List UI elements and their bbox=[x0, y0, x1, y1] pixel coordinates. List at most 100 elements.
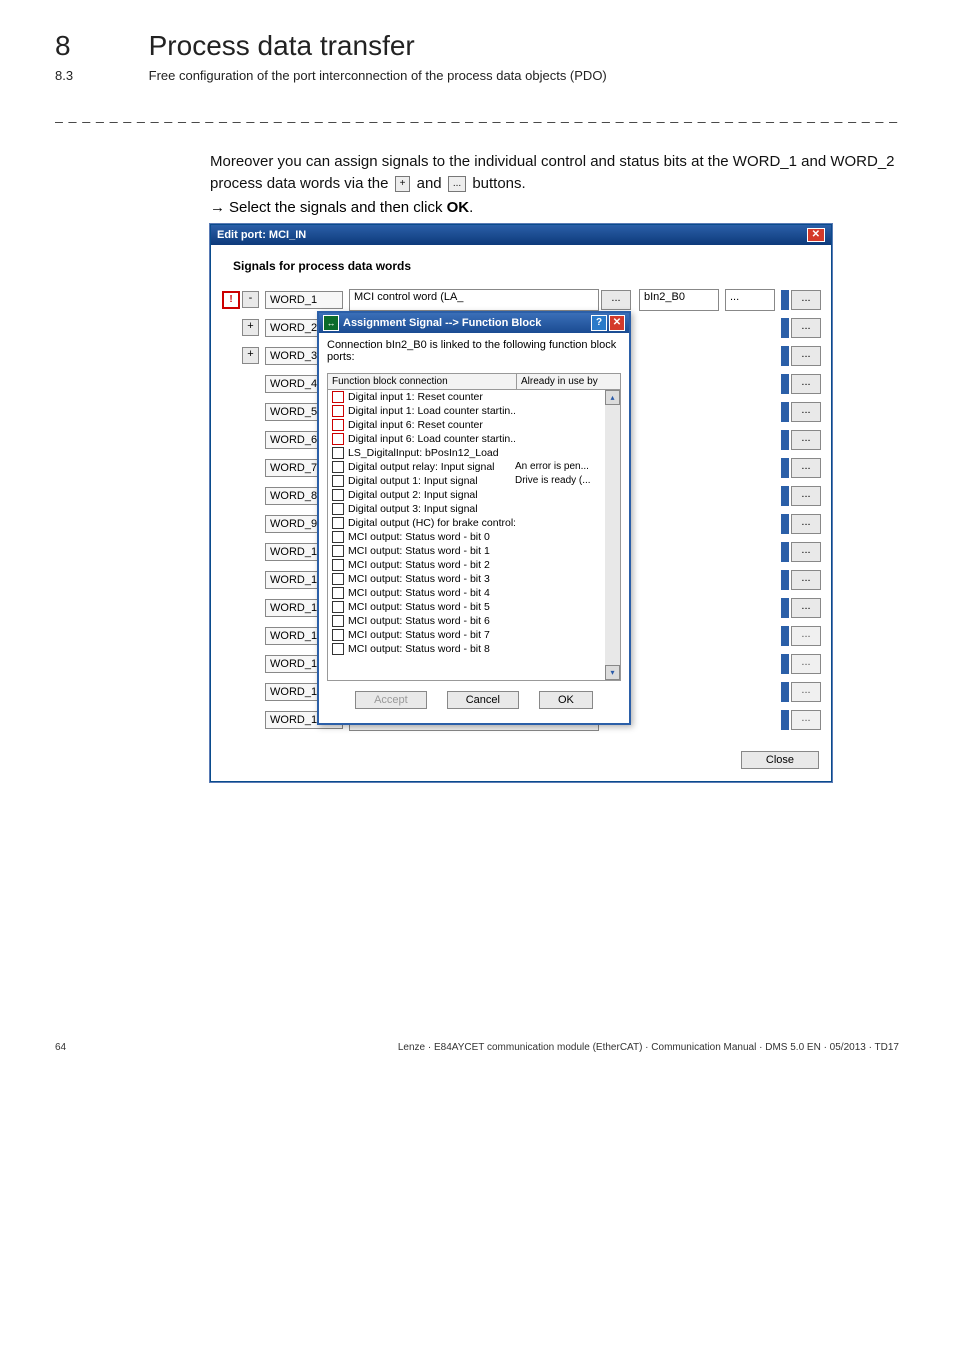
checkbox-icon[interactable] bbox=[332, 447, 344, 459]
list-item[interactable]: MCI output: Status word - bit 8 bbox=[328, 642, 605, 656]
list-item[interactable]: Digital output 2: Input signal bbox=[328, 488, 605, 502]
item-in-use bbox=[515, 489, 601, 501]
popup-close-icon[interactable]: ✕ bbox=[609, 315, 625, 331]
item-in-use bbox=[515, 587, 601, 599]
item-label: MCI output: Status word - bit 4 bbox=[348, 587, 515, 599]
row-browse-button[interactable]: ... bbox=[791, 346, 821, 366]
checkbox-icon[interactable] bbox=[332, 503, 344, 515]
row-browse-button[interactable]: ... bbox=[791, 430, 821, 450]
checkbox-icon[interactable] bbox=[332, 489, 344, 501]
checkbox-icon[interactable] bbox=[332, 573, 344, 585]
checkbox-icon[interactable] bbox=[332, 531, 344, 543]
list-item[interactable]: Digital input 6: Reset counter bbox=[328, 418, 605, 432]
ok-bold: OK bbox=[447, 199, 470, 216]
list-item[interactable]: Digital input 1: Reset counter bbox=[328, 390, 605, 404]
browse-button[interactable]: ... bbox=[601, 290, 631, 310]
popup-titlebar[interactable]: ↔ Assignment Signal --> Function Block ?… bbox=[319, 313, 629, 333]
list-item[interactable]: Digital output (HC) for brake control:..… bbox=[328, 516, 605, 530]
word-1-extra[interactable]: ... bbox=[725, 289, 775, 311]
list-item[interactable]: Digital input 1: Load counter startin... bbox=[328, 404, 605, 418]
collapse-button[interactable]: - bbox=[242, 291, 259, 308]
checkbox-icon[interactable] bbox=[332, 559, 344, 571]
list-item[interactable]: MCI output: Status word - bit 4 bbox=[328, 586, 605, 600]
list-item[interactable]: Digital output 3: Input signal bbox=[328, 502, 605, 516]
row-browse-button[interactable]: ... bbox=[791, 290, 821, 310]
cancel-button[interactable]: Cancel bbox=[447, 691, 519, 709]
expand-button[interactable]: + bbox=[242, 319, 259, 336]
row-browse-button[interactable]: ... bbox=[791, 654, 821, 674]
accept-button[interactable]: Accept bbox=[355, 691, 427, 709]
list-item[interactable]: Digital output 1: Input signalDrive is r… bbox=[328, 474, 605, 488]
list-item[interactable]: MCI output: Status word - bit 7 bbox=[328, 628, 605, 642]
scroll-up-icon[interactable]: ▴ bbox=[605, 390, 620, 405]
list-item[interactable]: MCI output: Status word - bit 3 bbox=[328, 572, 605, 586]
list-item[interactable]: Digital output relay: Input signalAn err… bbox=[328, 460, 605, 474]
item-label: Digital output 1: Input signal bbox=[348, 475, 515, 487]
section-title: Free configuration of the port interconn… bbox=[149, 68, 607, 83]
list-item[interactable]: LS_DigitalInput: bPosIn12_Load bbox=[328, 446, 605, 460]
expand-button[interactable]: + bbox=[242, 347, 259, 364]
word-1-field[interactable]: MCI control word (LA_ bbox=[349, 289, 599, 311]
item-label: Digital output 2: Input signal bbox=[348, 489, 515, 501]
list-item[interactable]: MCI output: Status word - bit 0 bbox=[328, 530, 605, 544]
checkbox-icon[interactable] bbox=[332, 475, 344, 487]
tip-text: Select the signals and then click bbox=[229, 199, 447, 216]
item-label: MCI output: Status word - bit 6 bbox=[348, 615, 515, 627]
ok-button[interactable]: OK bbox=[539, 691, 593, 709]
page-footer: 64 Lenze · E84AYCET communication module… bbox=[0, 1042, 954, 1083]
row-browse-button[interactable]: ... bbox=[791, 710, 821, 730]
row-browse-button[interactable]: ... bbox=[791, 682, 821, 702]
end-marker bbox=[781, 654, 789, 674]
signals-heading: Signals for process data words bbox=[221, 253, 821, 283]
window-title: Edit port: MCI_IN bbox=[217, 229, 306, 241]
row-browse-button[interactable]: ... bbox=[791, 402, 821, 422]
arrow-icon: → bbox=[210, 199, 225, 216]
checkbox-icon[interactable] bbox=[332, 461, 344, 473]
item-label: MCI output: Status word - bit 0 bbox=[348, 531, 515, 543]
checkbox-icon[interactable] bbox=[332, 517, 344, 529]
list-item[interactable]: MCI output: Status word - bit 5 bbox=[328, 600, 605, 614]
row-browse-button[interactable]: ... bbox=[791, 374, 821, 394]
checkbox-icon[interactable] bbox=[332, 433, 344, 445]
help-icon[interactable]: ? bbox=[591, 315, 607, 331]
list-item[interactable]: MCI output: Status word - bit 6 bbox=[328, 614, 605, 628]
checkbox-icon[interactable] bbox=[332, 615, 344, 627]
checkbox-icon[interactable] bbox=[332, 405, 344, 417]
checkbox-icon[interactable] bbox=[332, 643, 344, 655]
item-in-use bbox=[515, 601, 601, 613]
checkbox-icon[interactable] bbox=[332, 629, 344, 641]
row-browse-button[interactable]: ... bbox=[791, 570, 821, 590]
section-heading: 8.3 Free configuration of the port inter… bbox=[55, 62, 899, 83]
tip-line: →Select the signals and then click OK. bbox=[210, 199, 899, 216]
end-marker bbox=[781, 710, 789, 730]
list-item[interactable]: MCI output: Status word - bit 1 bbox=[328, 544, 605, 558]
item-label: Digital input 1: Load counter startin... bbox=[348, 405, 515, 417]
row-browse-button[interactable]: ... bbox=[791, 626, 821, 646]
item-label: MCI output: Status word - bit 2 bbox=[348, 559, 515, 571]
word-row-1: !- WORD_1 MCI control word (LA_ ... bIn2… bbox=[221, 289, 821, 311]
checkbox-icon[interactable] bbox=[332, 545, 344, 557]
word-1-signal[interactable]: bIn2_B0 bbox=[639, 289, 719, 311]
checkbox-icon[interactable] bbox=[332, 587, 344, 599]
checkbox-icon[interactable] bbox=[332, 419, 344, 431]
checkbox-icon[interactable] bbox=[332, 391, 344, 403]
close-icon[interactable]: ✕ bbox=[807, 228, 825, 242]
row-browse-button[interactable]: ... bbox=[791, 514, 821, 534]
row-browse-button[interactable]: ... bbox=[791, 458, 821, 478]
list-item[interactable]: Digital input 6: Load counter startin... bbox=[328, 432, 605, 446]
row-browse-button[interactable]: ... bbox=[791, 486, 821, 506]
item-label: Digital input 6: Reset counter bbox=[348, 419, 515, 431]
item-in-use bbox=[515, 517, 601, 529]
list-item[interactable]: MCI output: Status word - bit 2 bbox=[328, 558, 605, 572]
titlebar[interactable]: Edit port: MCI_IN ✕ bbox=[211, 225, 831, 245]
scrollbar[interactable]: ▴ ▾ bbox=[605, 390, 620, 680]
chapter-title: Process data transfer bbox=[149, 30, 415, 62]
checkbox-icon[interactable] bbox=[332, 601, 344, 613]
row-browse-button[interactable]: ... bbox=[791, 318, 821, 338]
scroll-down-icon[interactable]: ▾ bbox=[605, 665, 620, 680]
close-button[interactable]: Close bbox=[741, 751, 819, 769]
popup-list[interactable]: Digital input 1: Reset counterDigital in… bbox=[327, 390, 621, 681]
row-browse-button[interactable]: ... bbox=[791, 598, 821, 618]
row-browse-button[interactable]: ... bbox=[791, 542, 821, 562]
item-label: Digital output 3: Input signal bbox=[348, 503, 515, 515]
